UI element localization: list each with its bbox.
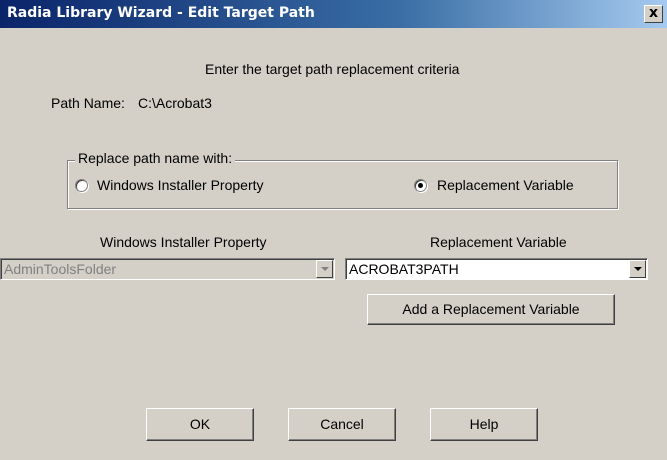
replace-path-legend: Replace path name with:: [75, 150, 236, 166]
chevron-down-icon: [316, 260, 333, 278]
installer-property-radio-label[interactable]: Windows Installer Property: [97, 177, 264, 193]
help-button[interactable]: Help: [430, 408, 538, 441]
instruction-text: Enter the target path replacement criter…: [205, 61, 460, 77]
installer-property-label: Windows Installer Property: [100, 234, 267, 250]
replacement-variable-label: Replacement Variable: [430, 234, 567, 250]
radio-selected-dot: [418, 183, 423, 188]
installer-property-radio[interactable]: [75, 179, 88, 192]
installer-property-dropdown: AdminToolsFolder: [0, 258, 335, 280]
path-name-value: C:\Acrobat3: [138, 95, 212, 111]
chevron-down-icon[interactable]: [629, 260, 646, 278]
replacement-variable-radio-label[interactable]: Replacement Variable: [437, 177, 574, 193]
add-replacement-variable-button[interactable]: Add a Replacement Variable: [367, 294, 615, 325]
edit-target-path-dialog: Radia Library Wizard - Edit Target Path …: [0, 0, 667, 460]
replacement-variable-radio[interactable]: [414, 179, 427, 192]
replacement-variable-value: ACROBAT3PATH: [349, 261, 459, 277]
close-button[interactable]: x: [644, 5, 663, 23]
installer-property-value: AdminToolsFolder: [4, 261, 117, 277]
path-name-label: Path Name:: [51, 95, 125, 111]
ok-button[interactable]: OK: [146, 408, 254, 441]
title-bar[interactable]: Radia Library Wizard - Edit Target Path …: [0, 0, 667, 28]
cancel-button[interactable]: Cancel: [288, 408, 396, 441]
replacement-variable-dropdown[interactable]: ACROBAT3PATH: [345, 258, 648, 280]
window-title: Radia Library Wizard - Edit Target Path: [7, 5, 315, 21]
